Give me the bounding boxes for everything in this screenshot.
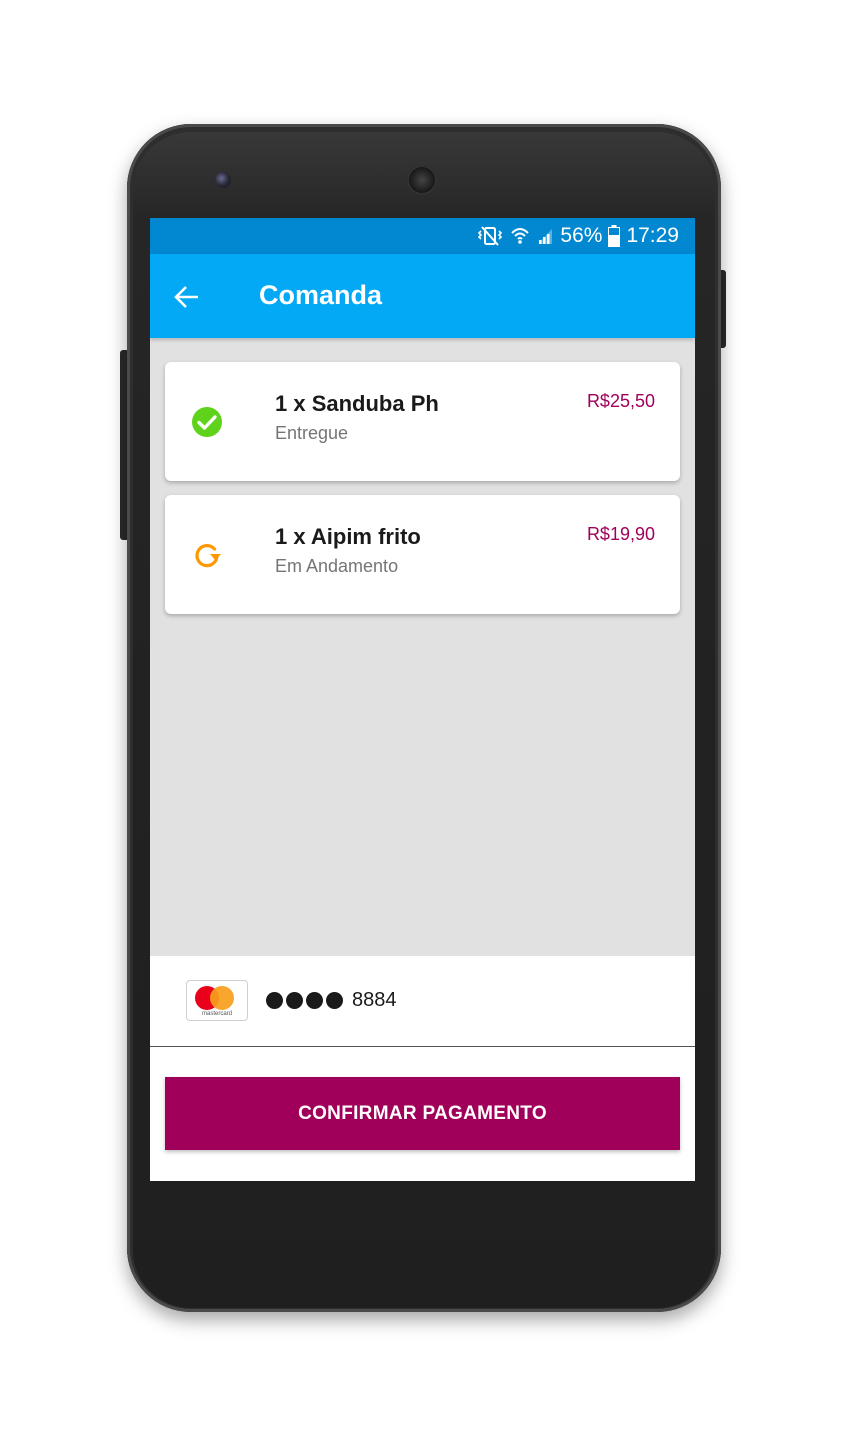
earpiece-speaker <box>407 165 437 195</box>
mastercard-orange-circle <box>210 986 234 1010</box>
arrow-left-icon <box>174 286 198 308</box>
order-item-status: Entregue <box>275 423 349 443</box>
mask-dot <box>306 992 323 1009</box>
proximity-sensor <box>606 176 613 183</box>
screen: 56% 17:29 Comanda 1 x Sanduba Ph Entregu… <box>150 218 695 1181</box>
mask-dot <box>286 992 303 1009</box>
order-item-name: 1 x Aipim frito <box>275 524 421 549</box>
battery-icon <box>608 225 621 247</box>
mastercard-icon: mastercard <box>186 980 248 1021</box>
light-sensor <box>627 176 634 183</box>
status-bar: 56% 17:29 <box>150 218 695 254</box>
order-item-price: R$19,90 <box>586 524 655 544</box>
order-item-name: 1 x Sanduba Ph <box>275 391 439 416</box>
order-item-price: R$25,50 <box>586 391 655 411</box>
vibrate-silent-icon <box>478 226 503 246</box>
back-button[interactable] <box>172 282 202 312</box>
signal-icon <box>538 229 553 244</box>
confirm-payment-button[interactable]: CONFIRMAR PAGAMENTO <box>165 1077 680 1150</box>
front-camera <box>215 172 231 188</box>
clock: 17:29 <box>626 224 679 247</box>
order-item[interactable]: 1 x Sanduba Ph Entregue R$25,50 <box>165 362 680 481</box>
masked-card-dots <box>266 992 343 1009</box>
check-circle-icon <box>192 407 222 437</box>
order-item[interactable]: 1 x Aipim frito Em Andamento R$19,90 <box>165 495 680 614</box>
mask-dot <box>326 992 343 1009</box>
order-item-status: Em Andamento <box>275 556 399 576</box>
app-bar: Comanda <box>150 254 695 338</box>
mastercard-wordmark: mastercard <box>201 1011 232 1017</box>
page-title: Comanda <box>259 280 383 310</box>
mask-dot <box>266 992 283 1009</box>
bottom-panel: CONFIRMAR PAGAMENTO <box>150 1047 695 1181</box>
battery-percent: 56% <box>560 224 603 247</box>
wifi-icon <box>511 228 530 244</box>
payment-method-row[interactable]: mastercard 8884 <box>150 956 695 1047</box>
refresh-icon <box>195 544 221 568</box>
card-last-digits: 8884 <box>352 989 397 1011</box>
